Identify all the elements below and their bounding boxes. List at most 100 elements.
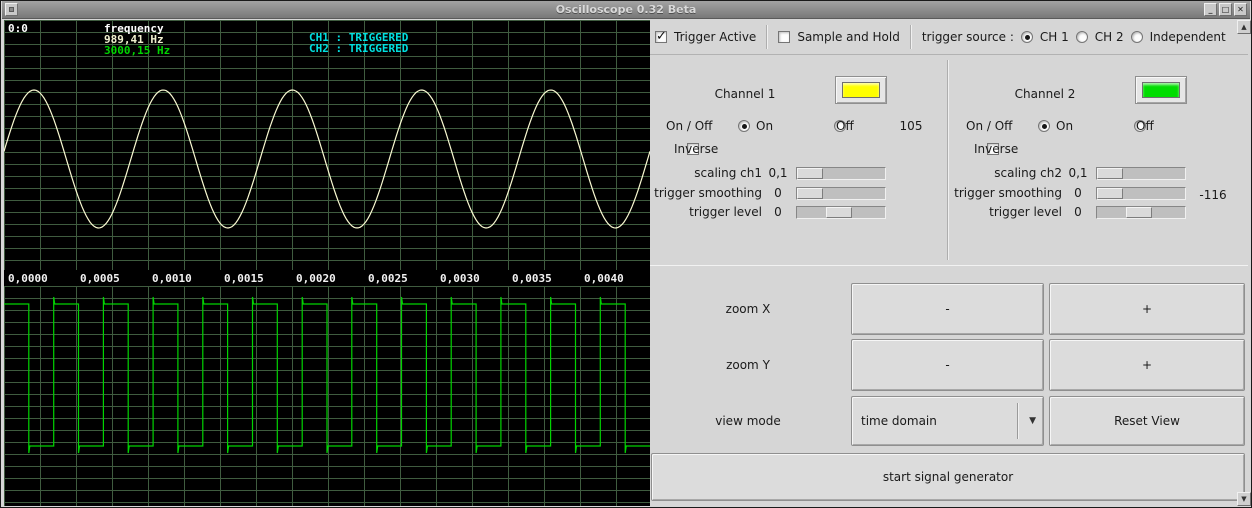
chevron-down-icon: ▼	[1029, 416, 1036, 426]
channel2-on-label: On	[1056, 119, 1074, 133]
channel2-color-swatch	[1142, 82, 1180, 98]
zoom-y-minus-button[interactable]: -	[851, 339, 1044, 391]
trigger-source-independent-label: Independent	[1149, 29, 1226, 44]
sample-and-hold-label: Sample and Hold	[797, 29, 900, 44]
channel2-onoff-label: On / Off	[966, 119, 1013, 133]
channel1-on-label: On	[756, 119, 774, 133]
ch1-waveform	[4, 89, 650, 229]
channel2-title: Channel 2	[1014, 87, 1076, 101]
channel2-off-label: Off	[1136, 119, 1154, 133]
channel1-smoothing-label: trigger smoothing	[654, 186, 762, 200]
trigger-settings-bar: Trigger Active Sample and Hold trigger s…	[650, 19, 1248, 55]
trigger-active-label: Trigger Active	[674, 29, 757, 44]
trigger-source-ch1-label: CH 1	[1039, 29, 1069, 44]
slider-handle[interactable]	[1097, 188, 1123, 199]
channel2-inverse-label: Inverse	[974, 142, 1019, 156]
scroll-down-button[interactable]: ▼	[1237, 492, 1251, 506]
ch1-plot-area[interactable]: 0:0 frequency 989,41 Hz 3000,15 Hz CH1 :…	[4, 20, 650, 270]
titlebar[interactable]: Oscilloscope 0.32 Beta _ □ ✕	[2, 1, 1250, 19]
trigger-source-ch2-radio[interactable]	[1075, 30, 1088, 43]
channel-separator	[947, 60, 949, 260]
oscilloscope-display[interactable]: 0:0 frequency 989,41 Hz 3000,15 Hz CH1 :…	[4, 20, 650, 506]
view-mode-value: time domain	[861, 414, 937, 428]
view-controls: zoom X - + zoom Y - + view mode time dom…	[650, 265, 1248, 507]
slider-handle[interactable]	[797, 168, 823, 179]
separator	[766, 24, 769, 49]
sample-and-hold-checkbox[interactable]	[778, 30, 791, 43]
time-axis-label: 0,0010	[152, 272, 192, 285]
scroll-up-button[interactable]: ▲	[1237, 20, 1251, 34]
zoom-y-plus-button[interactable]: +	[1049, 339, 1245, 391]
minimize-button[interactable]: _	[1204, 3, 1217, 16]
view-mode-label: view mode	[715, 414, 781, 428]
trigger-source-independent-radio[interactable]	[1130, 30, 1143, 43]
channel2-scaling-label: scaling ch2	[994, 166, 1062, 180]
channel1-level-slider[interactable]	[796, 206, 886, 219]
channel-panels: Channel 1 On / Off On Off 105 Inverse sc…	[650, 56, 1248, 265]
channel1-level-label: trigger level	[689, 205, 762, 219]
ch2-waveform	[4, 296, 650, 454]
start-signal-generator-button[interactable]: start signal generator	[651, 453, 1245, 501]
zoom-x-minus-button[interactable]: -	[851, 283, 1044, 335]
channel1-off-label: Off	[836, 119, 854, 133]
up-arrow-icon: ▲	[1241, 23, 1247, 31]
trigger-source-ch1-radio[interactable]	[1020, 30, 1033, 43]
zoom-x-plus-button[interactable]: +	[1049, 283, 1245, 335]
close-button[interactable]: ✕	[1234, 3, 1247, 16]
control-panel: Trigger Active Sample and Hold trigger s…	[650, 19, 1248, 507]
channel1-scaling-value: 0,1	[768, 166, 788, 180]
trigger-source-label: trigger source :	[921, 29, 1014, 44]
channel1-smoothing-slider[interactable]	[796, 187, 886, 200]
ch2-frequency-readout: 3000,15 Hz	[104, 44, 171, 57]
window-title: Oscilloscope 0.32 Beta	[555, 3, 697, 16]
channel1-scaling-label: scaling ch1	[694, 166, 762, 180]
time-axis-label: 0,0000	[8, 272, 48, 285]
slider-handle[interactable]	[797, 188, 823, 199]
zoom-y-label: zoom Y	[726, 358, 770, 372]
time-axis-label: 0,0020	[296, 272, 336, 285]
separator	[909, 24, 912, 49]
ch2-trigger-status: CH2 : TRIGGERED	[309, 42, 409, 55]
channel2-smoothing-slider[interactable]	[1096, 187, 1186, 200]
channel2-scaling-value: 0,1	[1068, 166, 1088, 180]
channel1-title: Channel 1	[714, 87, 776, 101]
time-axis-label: 0,0035	[512, 272, 552, 285]
trigger-source-ch2-label: CH 2	[1094, 29, 1124, 44]
channel2-level-slider[interactable]	[1096, 206, 1186, 219]
ch2-plot-area[interactable]	[4, 286, 650, 506]
channel2-color-button[interactable]	[1135, 76, 1187, 104]
channel2-scaling-slider[interactable]	[1096, 167, 1186, 180]
slider-handle[interactable]	[1126, 207, 1152, 218]
channel1-onoff-label: On / Off	[666, 119, 713, 133]
time-axis-label: 0,0030	[440, 272, 480, 285]
cursor-position: 0:0	[8, 22, 28, 35]
trigger-active-checkbox[interactable]	[655, 29, 667, 44]
channel2-level-value: 0	[1074, 205, 1082, 219]
view-mode-dropdown[interactable]: time domain ▼	[851, 396, 1044, 446]
channel2-smoothing-label: trigger smoothing	[954, 186, 1062, 200]
time-axis-label: 0,0040	[584, 272, 624, 285]
channel1-color-swatch	[842, 82, 880, 98]
channel1-smoothing-value: 0	[774, 186, 782, 200]
time-axis: 0,0000 0,0005 0,0010 0,0015 0,0020 0,0025 0,00…	[4, 270, 650, 286]
channel2-panel: Channel 2 On / Off On Off -116 Inverse s…	[950, 56, 1247, 265]
channel2-level-label: trigger level	[989, 205, 1062, 219]
channel1-panel: Channel 1 On / Off On Off 105 Inverse sc…	[650, 56, 947, 265]
time-axis-label: 0,0005	[80, 272, 120, 285]
channel1-level-value: 0	[774, 205, 782, 219]
titlebar-buttons: _ □ ✕	[1204, 3, 1247, 16]
maximize-button[interactable]: □	[1219, 3, 1232, 16]
slider-handle[interactable]	[826, 207, 852, 218]
time-axis-label: 0,0025	[368, 272, 408, 285]
channel2-on-radio[interactable]	[1038, 120, 1050, 132]
channel1-offset-readout: 105	[899, 119, 923, 133]
channel2-offset-readout: -116	[1199, 188, 1227, 202]
channel1-color-button[interactable]	[835, 76, 887, 104]
slider-handle[interactable]	[1097, 168, 1123, 179]
reset-view-button[interactable]: Reset View	[1049, 396, 1245, 446]
channel1-inverse-label: Inverse	[674, 142, 719, 156]
channel1-on-radio[interactable]	[738, 120, 750, 132]
channel2-smoothing-value: 0	[1074, 186, 1082, 200]
dropdown-separator	[1017, 403, 1018, 439]
channel1-scaling-slider[interactable]	[796, 167, 886, 180]
